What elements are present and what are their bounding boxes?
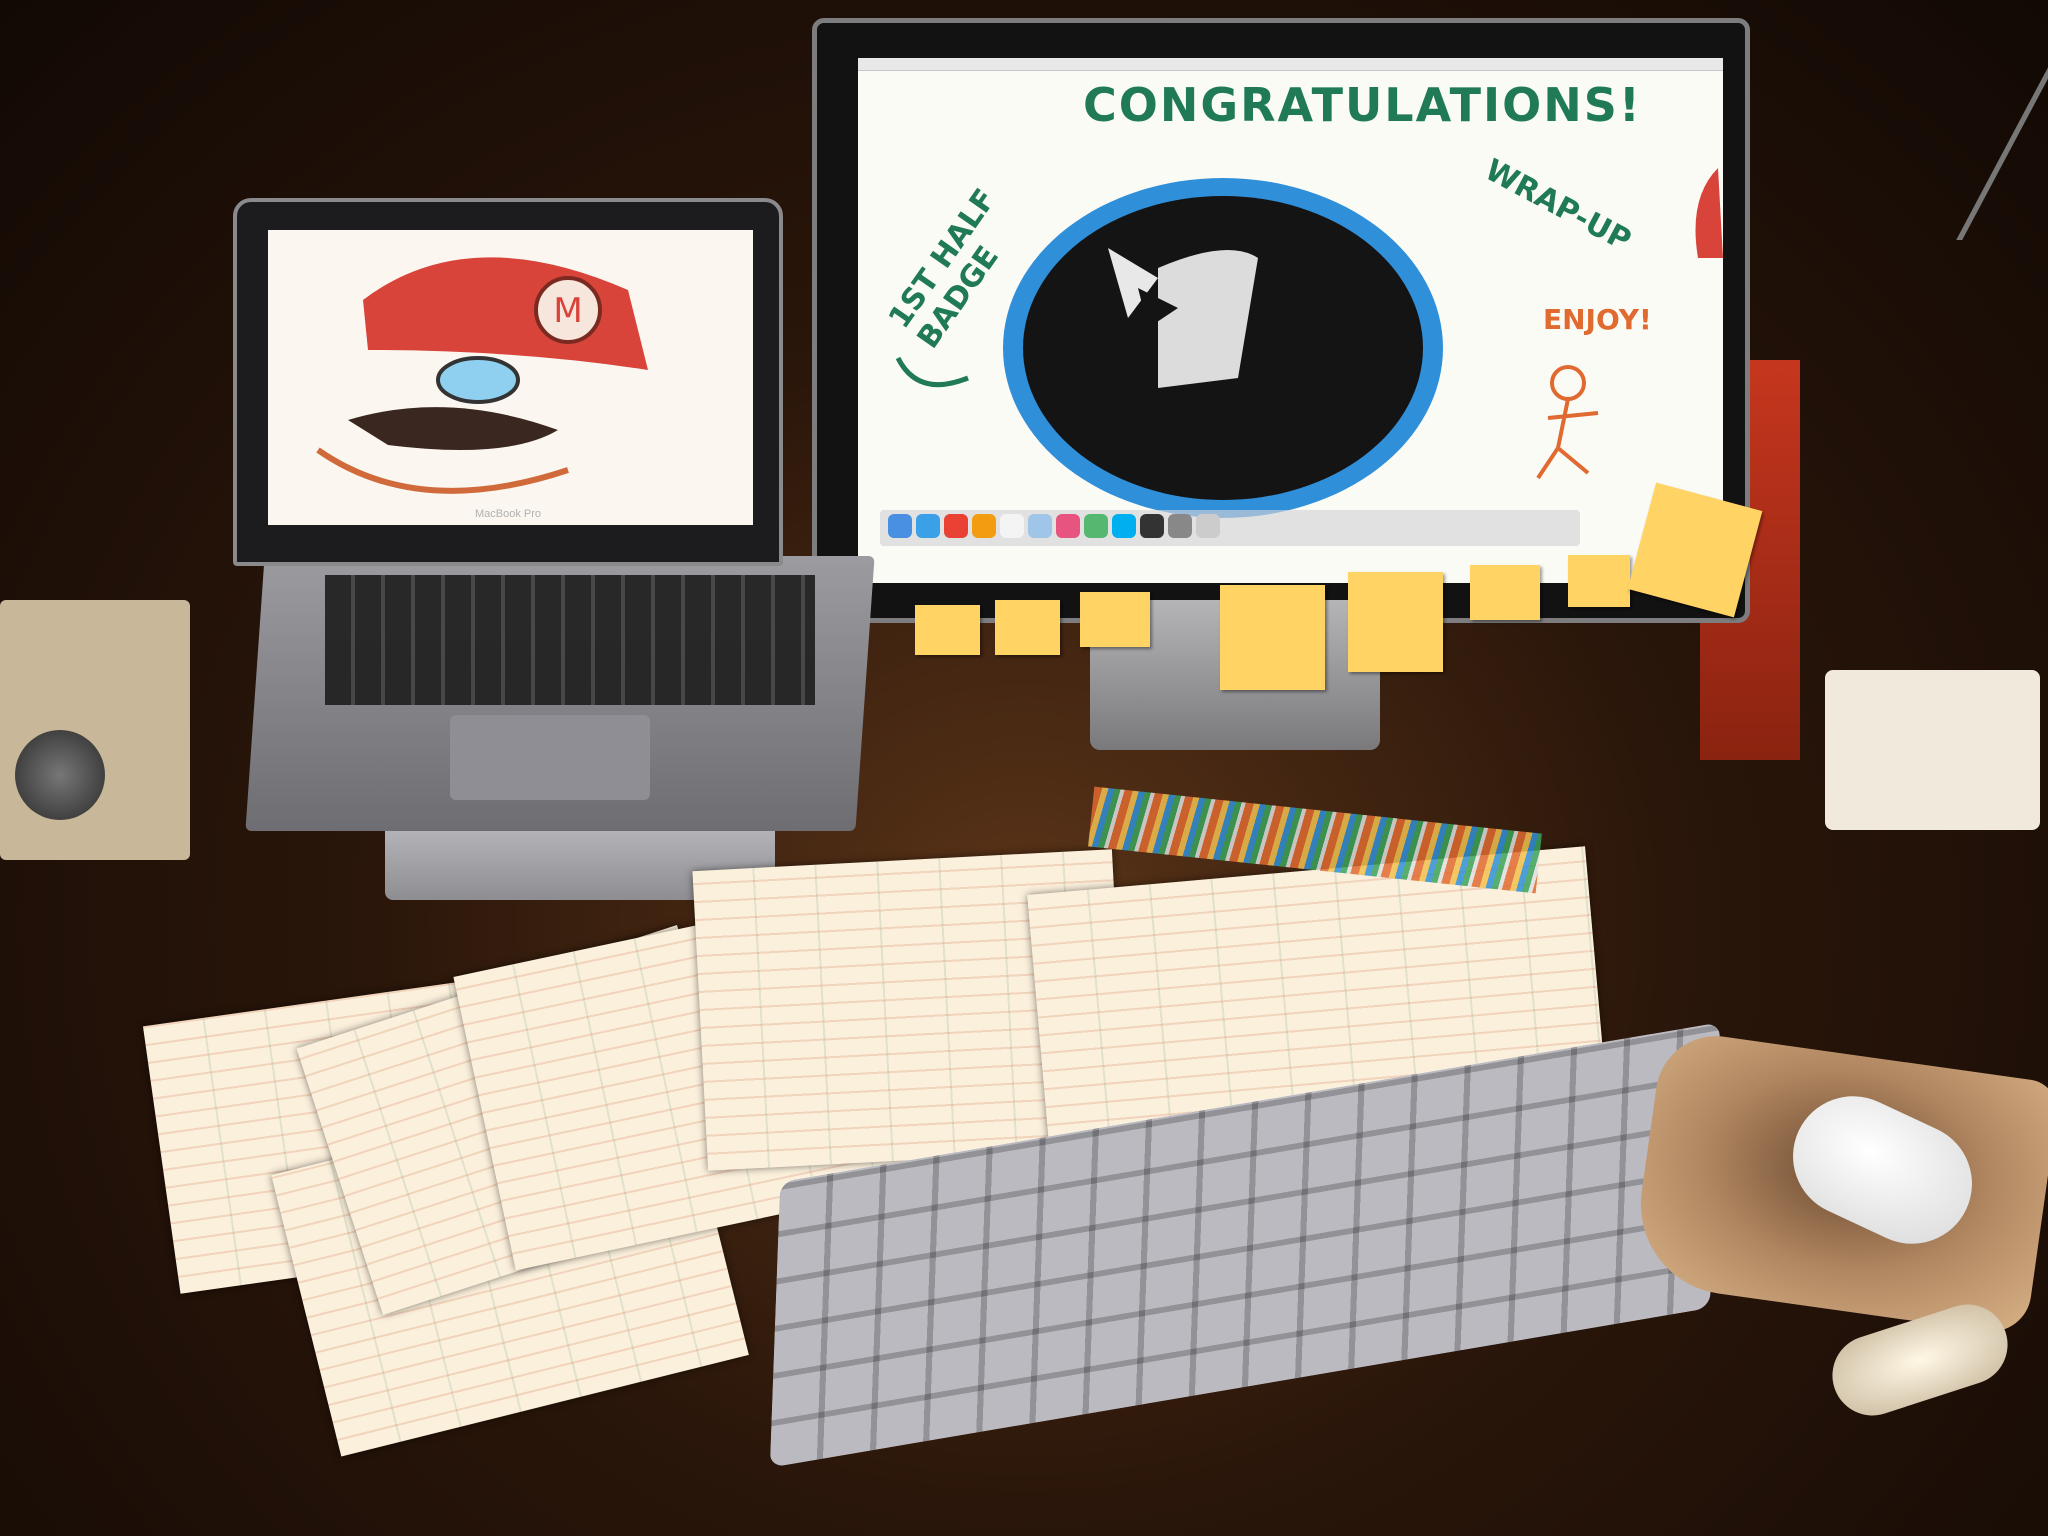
terminal-icon[interactable] [1140, 514, 1164, 538]
svg-text:M: M [553, 291, 582, 331]
sticky-note [1568, 555, 1630, 607]
menu-bar[interactable] [858, 58, 1723, 71]
mail-icon[interactable] [1028, 514, 1052, 538]
laptop-brand: MacBook Pro [474, 508, 542, 520]
side-right-mid-text: ENJOY! [1543, 303, 1652, 336]
sticky-note [1470, 565, 1540, 620]
monitor-screen: CONGRATULATIONS! 1ST HALF BADGE WRAP-UP … [858, 58, 1723, 583]
itunes-icon[interactable] [1056, 514, 1080, 538]
laptop-keyboard[interactable] [325, 575, 815, 705]
skype-icon[interactable] [1112, 514, 1136, 538]
chrome-icon[interactable] [944, 514, 968, 538]
sticky-note [1220, 585, 1325, 690]
sticky-note [1348, 572, 1443, 672]
headline-text: CONGRATULATIONS! [1083, 78, 1642, 132]
dock[interactable] [880, 510, 1580, 546]
desk-photo: CONGRATULATIONS! 1ST HALF BADGE WRAP-UP … [0, 0, 2048, 1536]
photos-icon[interactable] [1084, 514, 1108, 538]
trash-icon[interactable] [1196, 514, 1220, 538]
laptop-screen: M [268, 230, 753, 525]
laptop-trackpad[interactable] [450, 715, 650, 800]
sticky-note [1080, 592, 1150, 647]
speaker [0, 600, 190, 860]
mario-drawing: M [316, 257, 648, 494]
speaker-knob [15, 730, 105, 820]
pen-cup [1825, 670, 2040, 830]
sticky-note [915, 605, 980, 655]
firefox-icon[interactable] [972, 514, 996, 538]
calendar-icon[interactable] [1000, 514, 1024, 538]
finder-icon[interactable] [888, 514, 912, 538]
preferences-icon[interactable] [1168, 514, 1192, 538]
desk-lamp [1806, 0, 2048, 240]
sticky-note [995, 600, 1060, 655]
safari-icon[interactable] [916, 514, 940, 538]
